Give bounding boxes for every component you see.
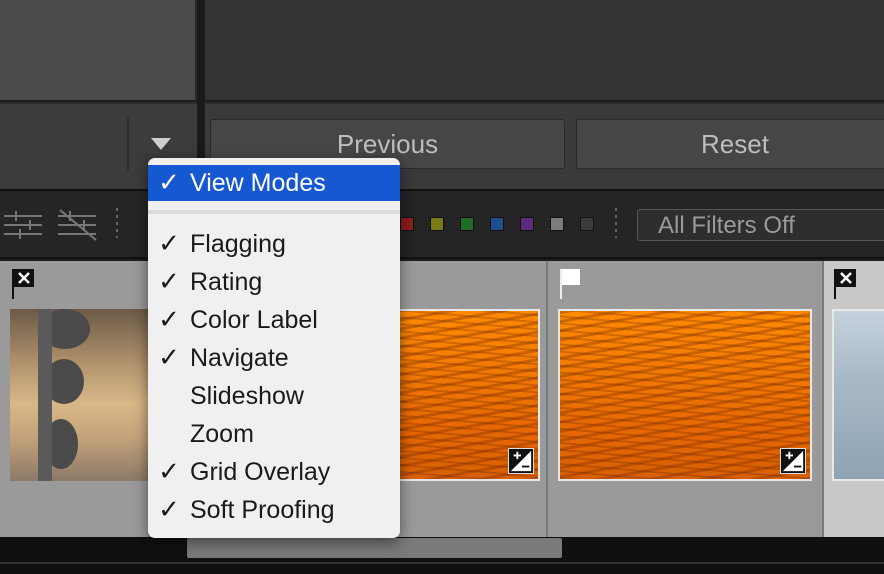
menu-item-label: Soft Proofing (190, 495, 335, 524)
photo-thumbnail[interactable] (10, 309, 170, 481)
color-label-filter-swatch[interactable] (580, 217, 594, 231)
menu-item-label: Grid Overlay (190, 457, 331, 486)
photo-thumbnail[interactable] (832, 309, 884, 481)
sliders-icon[interactable] (2, 208, 44, 242)
menu-item-view-modes[interactable]: ✓ View Modes (148, 165, 400, 201)
menu-item-soft-proofing[interactable]: ✓ Soft Proofing (148, 492, 400, 528)
filter-preset-select[interactable]: All Filters Off (637, 209, 884, 241)
checkmark-icon: ✓ (158, 343, 180, 373)
checkmark-icon: ✓ (158, 229, 180, 259)
sliders-off-icon[interactable] (56, 208, 100, 242)
main-panel-header (205, 0, 884, 100)
menu-item-label: Rating (190, 267, 263, 296)
menu-item-navigate[interactable]: ✓ Navigate (148, 340, 400, 376)
menu-item-label: Flagging (190, 229, 286, 258)
color-label-filter-swatch[interactable] (430, 217, 444, 231)
left-panel-header (0, 0, 197, 100)
color-label-filter-swatch[interactable] (400, 217, 414, 231)
rejected-flag-icon[interactable] (832, 267, 858, 301)
filmstrip-cell[interactable] (0, 261, 170, 537)
menu-item-color-label[interactable]: ✓ Color Label (148, 302, 400, 338)
menu-item-label: Zoom (190, 419, 254, 448)
menu-item-label: Navigate (190, 343, 289, 372)
checkmark-icon: ✓ (158, 267, 180, 297)
color-label-filter-swatch[interactable] (520, 217, 534, 231)
filmstrip-cell-selected[interactable] (824, 261, 884, 537)
menu-item-rating[interactable]: ✓ Rating (148, 264, 400, 300)
menu-item-label: View Modes (190, 168, 326, 197)
develop-adjusted-badge-icon (508, 448, 534, 474)
color-label-filter-swatch[interactable] (550, 217, 564, 231)
checkmark-icon: ✓ (158, 168, 180, 198)
menu-item-label: Slideshow (190, 381, 304, 410)
photo-thumbnail[interactable] (558, 309, 812, 481)
view-modes-menu: ✓ View Modes ✓ Flagging ✓ Rating ✓ Color… (148, 158, 400, 538)
menu-separator (148, 210, 400, 214)
menu-item-flagging[interactable]: ✓ Flagging (148, 226, 400, 262)
filmstrip-scrollbar-thumb[interactable] (187, 538, 562, 558)
menu-item-grid-overlay[interactable]: ✓ Grid Overlay (148, 454, 400, 490)
checkmark-icon: ✓ (158, 495, 180, 525)
develop-adjusted-badge-icon (780, 448, 806, 474)
picked-flag-icon[interactable] (558, 267, 584, 301)
view-menu-toggle-icon[interactable] (148, 132, 174, 156)
reset-button[interactable]: Reset (576, 119, 884, 169)
toolbar-separator (127, 118, 129, 170)
menu-item-zoom[interactable]: Zoom (148, 416, 400, 452)
bottom-divider (0, 562, 884, 564)
filmstrip-cell[interactable] (548, 261, 824, 537)
filter-divider (615, 208, 617, 238)
color-label-filter-swatch[interactable] (460, 217, 474, 231)
color-label-filter-swatch[interactable] (490, 217, 504, 231)
filter-divider (116, 208, 118, 238)
rejected-flag-icon[interactable] (10, 267, 36, 301)
checkmark-icon: ✓ (158, 305, 180, 335)
menu-item-slideshow[interactable]: Slideshow (148, 378, 400, 414)
menu-item-label: Color Label (190, 305, 318, 334)
checkmark-icon: ✓ (158, 457, 180, 487)
